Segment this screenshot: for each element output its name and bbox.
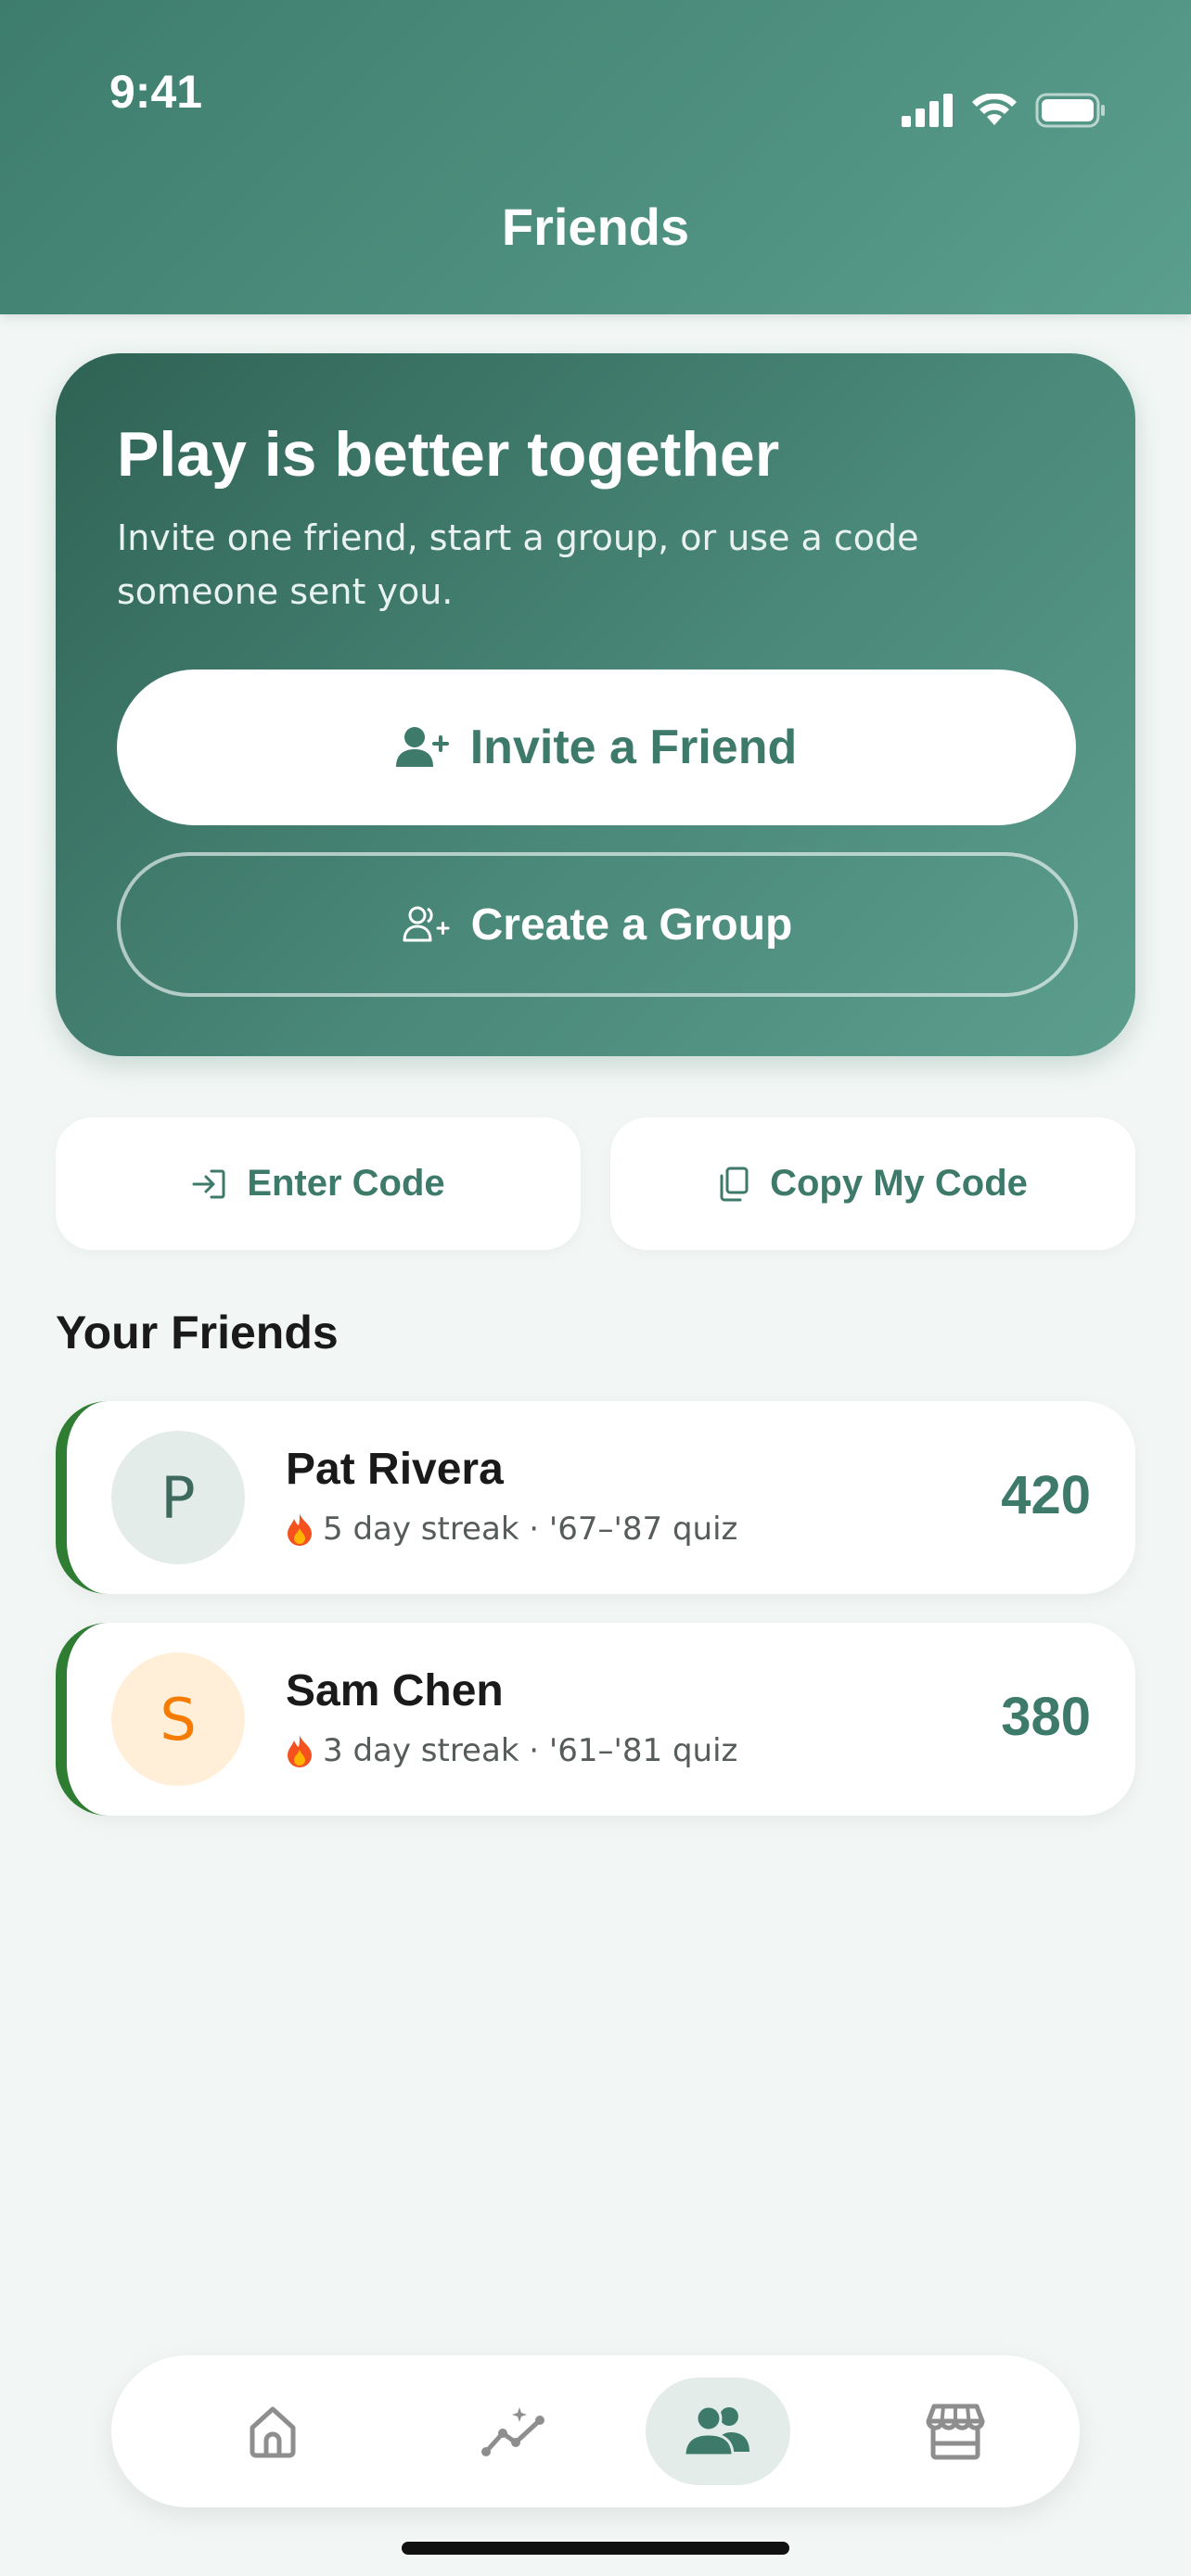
friend-score: 380	[1001, 1687, 1091, 1747]
create-group-button[interactable]: Create a Group	[117, 852, 1078, 997]
copy-code-button[interactable]: Copy My Code	[610, 1117, 1135, 1250]
hero-title: Play is better together	[117, 419, 780, 490]
invite-friend-label: Invite a Friend	[469, 721, 798, 774]
copy-icon	[720, 1167, 749, 1201]
group-add-icon	[403, 906, 450, 942]
streak-text: 5 day streak · '67–'87 quiz	[323, 1511, 738, 1548]
wifi-icon	[972, 94, 1017, 125]
page-title: Friends	[501, 198, 690, 256]
copy-code-label: Copy My Code	[770, 1163, 1028, 1204]
enter-code-label: Enter Code	[247, 1163, 445, 1204]
battery-icon	[1035, 93, 1105, 128]
bottom-nav	[111, 2355, 1080, 2507]
friend-card[interactable]: S Sam Chen 3 day streak · '61–'81 quiz 3…	[56, 1623, 1135, 1816]
avatar-initial: S	[160, 1685, 197, 1753]
header: 9:41 Friends	[0, 0, 1191, 314]
friend-meta: 5 day streak · '67–'87 quiz	[286, 1511, 737, 1548]
enter-code-button[interactable]: Enter Code	[56, 1117, 581, 1250]
avatar-initial: P	[160, 1463, 196, 1532]
create-group-label: Create a Group	[470, 899, 793, 950]
friend-name: Pat Rivera	[286, 1445, 504, 1494]
avatar: S	[111, 1652, 245, 1786]
nav-progress[interactable]	[442, 2378, 586, 2485]
status-time: 9:41	[109, 66, 203, 118]
nav-friends[interactable]	[646, 2378, 790, 2485]
shop-icon	[926, 2404, 985, 2460]
invite-hero-card: Play is better together Invite one frien…	[56, 353, 1135, 1056]
signal-icon	[902, 94, 953, 127]
streak-text: 3 day streak · '61–'81 quiz	[323, 1732, 738, 1769]
home-icon	[250, 2406, 296, 2458]
enter-code-icon	[192, 1169, 225, 1198]
friend-meta: 3 day streak · '61–'81 quiz	[286, 1732, 737, 1769]
fire-icon	[288, 1513, 312, 1546]
hero-subtitle: Invite one friend, start a group, or use…	[117, 517, 919, 612]
friend-card[interactable]: P Pat Rivera 5 day streak · '67–'87 quiz…	[56, 1401, 1135, 1594]
friends-icon	[683, 2404, 749, 2457]
nav-shop[interactable]	[883, 2378, 1028, 2485]
invite-friend-button[interactable]: Invite a Friend	[117, 670, 1076, 825]
progress-icon	[481, 2407, 544, 2456]
avatar: P	[111, 1431, 245, 1564]
home-indicator	[402, 2542, 789, 2555]
section-title: Your Friends	[56, 1307, 339, 1358]
user-plus-icon	[395, 727, 449, 767]
fire-icon	[288, 1735, 312, 1767]
friend-score: 420	[1001, 1465, 1091, 1525]
friend-name: Sam Chen	[286, 1666, 504, 1715]
status-icons	[902, 89, 1106, 132]
nav-home[interactable]	[200, 2378, 345, 2485]
